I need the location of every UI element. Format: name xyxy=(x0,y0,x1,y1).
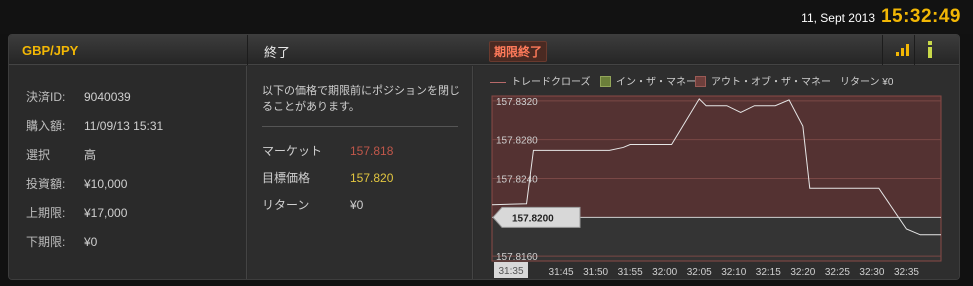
trade-header: GBP/JPY 終了 期限終了 xyxy=(9,35,959,65)
price-chart-svg: 157.8320 157.8280 157.8240 157.8160 157.8200… xyxy=(491,95,942,278)
x-tick-label: 32:20 xyxy=(790,267,815,278)
detail-label: 決済ID: xyxy=(26,90,66,104)
target-value: 157.820 xyxy=(350,171,394,185)
return-label: リターン xyxy=(262,198,310,212)
target-label: 目標価格 xyxy=(262,171,311,185)
x-tick-label: 32:35 xyxy=(894,267,919,278)
detail-value: 9040039 xyxy=(84,90,131,104)
expired-badge: 期限終了 xyxy=(489,41,548,62)
price-chart: トレードクローズ イン・ザ・マネー アウト・オブ・ザ・マネー リターン ¥0 1… xyxy=(474,66,959,279)
detail-row-purchase: 購入額: 11/09/13 15:31 xyxy=(26,117,163,134)
start-time-label: 31:35 xyxy=(498,266,523,277)
header-divider xyxy=(882,35,883,65)
y-tick-label: 157.8280 xyxy=(496,136,538,147)
currency-pair: GBP/JPY xyxy=(22,43,79,58)
current-date: 11, Sept 2013 xyxy=(801,11,875,25)
detail-label: 上期限: xyxy=(26,206,66,220)
info-icon[interactable] xyxy=(925,41,935,59)
x-tick-label: 31:50 xyxy=(583,267,608,278)
x-tick-label: 31:45 xyxy=(549,267,574,278)
detail-row-selection: 選択 高 xyxy=(26,146,96,163)
detail-row-settlement-id: 決済ID: 9040039 xyxy=(26,88,131,105)
target-price-label: 157.8200 xyxy=(512,213,554,224)
header-divider xyxy=(914,35,915,65)
current-time: 15:32:49 xyxy=(880,6,961,27)
close-notice: 以下の価格で期限前にポジションを閉じることがあります。 xyxy=(262,85,460,113)
x-tick-label: 32:05 xyxy=(687,267,712,278)
section-divider xyxy=(262,126,458,127)
trade-details: 決済ID: 9040039 購入額: 11/09/13 15:31 選択 高 投資額:… xyxy=(9,66,247,279)
top-bar: 11, Sept 2013 15:32:49 xyxy=(0,0,973,34)
y-tick-label: 157.8320 xyxy=(496,97,538,108)
header-divider xyxy=(247,35,248,65)
market-value: 157.818 xyxy=(350,144,394,158)
return-row: リターン ¥0 xyxy=(262,196,363,213)
detail-value: ¥10,000 xyxy=(84,177,128,191)
x-tick-label: 32:15 xyxy=(756,267,781,278)
signal-bars-icon[interactable] xyxy=(896,44,910,56)
detail-label: 選択 xyxy=(26,148,51,162)
x-tick-label: 32:30 xyxy=(859,267,884,278)
detail-value: 高 xyxy=(84,148,97,162)
detail-value: 11/09/13 15:31 xyxy=(84,119,164,133)
x-tick-label: 31:55 xyxy=(618,267,643,278)
x-tick-label: 32:25 xyxy=(825,267,850,278)
detail-row-lower-limit: 下期限: ¥0 xyxy=(26,233,97,250)
market-row: マーケット 157.818 xyxy=(262,142,393,159)
detail-label: 投資額: xyxy=(26,177,66,191)
detail-value: ¥17,000 xyxy=(84,206,128,220)
x-tick-label: 32:00 xyxy=(652,267,677,278)
detail-row-investment: 投資額: ¥10,000 xyxy=(26,175,127,192)
target-row: 目標価格 157.820 xyxy=(262,169,393,186)
detail-value: ¥0 xyxy=(84,235,98,249)
return-value: ¥0 xyxy=(350,198,364,212)
detail-label: 下期限: xyxy=(26,235,66,249)
y-tick-label: 157.8160 xyxy=(496,252,538,263)
out-of-the-money-zone xyxy=(492,96,941,218)
detail-label: 購入額: xyxy=(26,119,66,133)
close-position-info: 以下の価格で期限前にポジションを閉じることがあります。 マーケット 157.818… xyxy=(248,66,473,279)
trade-panel: GBP/JPY 終了 期限終了 決済ID: 9040039 購入額: 11/09/1… xyxy=(8,34,960,280)
market-label: マーケット xyxy=(262,144,323,158)
trade-status: 終了 xyxy=(264,45,291,60)
detail-row-upper-limit: 上期限: ¥17,000 xyxy=(26,204,127,221)
x-tick-label: 32:10 xyxy=(721,267,746,278)
y-tick-label: 157.8240 xyxy=(496,175,538,186)
